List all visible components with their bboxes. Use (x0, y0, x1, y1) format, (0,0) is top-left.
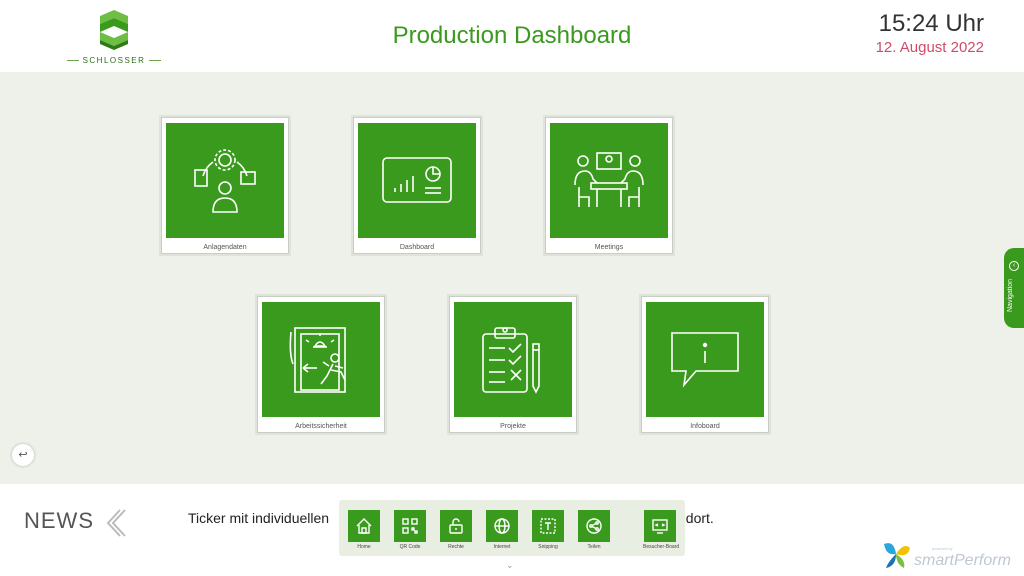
dock-label: Besucher-Board (643, 544, 680, 550)
current-date: 12. August 2022 (875, 39, 984, 56)
navigation-label: Navigation (1007, 278, 1014, 312)
dock-label: Snipping (538, 544, 558, 550)
header: SCHLOSSER Production Dashboard 15:24 Uhr… (0, 0, 1024, 72)
dock-besucher-board-button[interactable]: Besucher-Board (643, 510, 680, 550)
footer-brand-name: smartPerform (914, 552, 1011, 569)
clipboard-checklist-icon (482, 326, 540, 394)
safety-exit-icon (289, 326, 346, 393)
tile-dashboard[interactable]: Dashboard (353, 117, 481, 254)
tile-infoboard[interactable]: Infoboard (641, 296, 769, 433)
page-title: Production Dashboard (392, 22, 632, 49)
tile-meetings[interactable]: Meetings (545, 117, 673, 254)
tile-label: Infoboard (690, 423, 720, 430)
info-speech-bubble-icon (671, 331, 739, 388)
clock: 15:24 Uhr 12. August 2022 (876, 10, 984, 56)
news-title: NEWS (24, 508, 94, 533)
dashboard-chart-icon (382, 156, 452, 203)
chevron-left-icon[interactable] (104, 508, 126, 538)
back-button[interactable]: ↩ (12, 444, 34, 466)
dock-snipping-button[interactable]: Snipping (531, 510, 565, 550)
navigation-tab[interactable]: ‹ Navigation (1004, 248, 1024, 328)
dock-label: Home (357, 544, 371, 550)
meeting-icon (574, 151, 644, 207)
asset-data-icon (194, 148, 256, 213)
tile-label: Anlagendaten (203, 244, 247, 251)
dock-rechte-button[interactable]: Rechte (439, 510, 473, 550)
dock-label: QR Code (399, 544, 421, 550)
tile-label: Projekte (500, 423, 526, 430)
chevron-left-icon: ‹ (1009, 261, 1019, 271)
tile-label: Arbeitssicherheit (295, 423, 347, 430)
share-icon (586, 518, 602, 534)
visitor-board-icon (652, 519, 668, 534)
dock-label: Rechte (448, 544, 464, 550)
tile-label: Dashboard (399, 244, 435, 251)
bottom-dock: Home QR Code Rechte Internet Snipping Te… (339, 500, 685, 556)
globe-icon (494, 518, 510, 534)
back-arrow-icon: ↩ (18, 449, 28, 461)
current-time: 15:24 Uhr (878, 10, 984, 37)
unlock-icon (449, 518, 463, 534)
dock-teilen-button[interactable]: Teilen (577, 510, 611, 550)
tile-arbeitssicherheit[interactable]: Arbeitssicherheit (257, 296, 385, 433)
dock-label: Internet (493, 544, 511, 550)
footer-brand-tagline: powered by (932, 546, 953, 551)
tile-label: Meetings (594, 244, 624, 251)
brand-name: SCHLOSSER (82, 56, 146, 65)
dock-qr-code-button[interactable]: QR Code (393, 510, 427, 550)
tile-projekte[interactable]: Projekte (449, 296, 577, 433)
snipping-icon (540, 518, 556, 534)
chevron-down-icon[interactable]: ⌄ (506, 560, 514, 571)
smartperform-logo: powered by smartPerform (880, 540, 1020, 574)
news-ticker-text: Ticker mit individuellen (188, 510, 330, 526)
dock-internet-button[interactable]: Internet (485, 510, 519, 550)
tile-anlagendaten[interactable]: Anlagendaten (161, 117, 289, 254)
qr-code-icon (402, 518, 418, 534)
dock-home-button[interactable]: Home (347, 510, 381, 550)
home-icon (356, 518, 372, 534)
dock-label: Teilen (587, 544, 601, 550)
